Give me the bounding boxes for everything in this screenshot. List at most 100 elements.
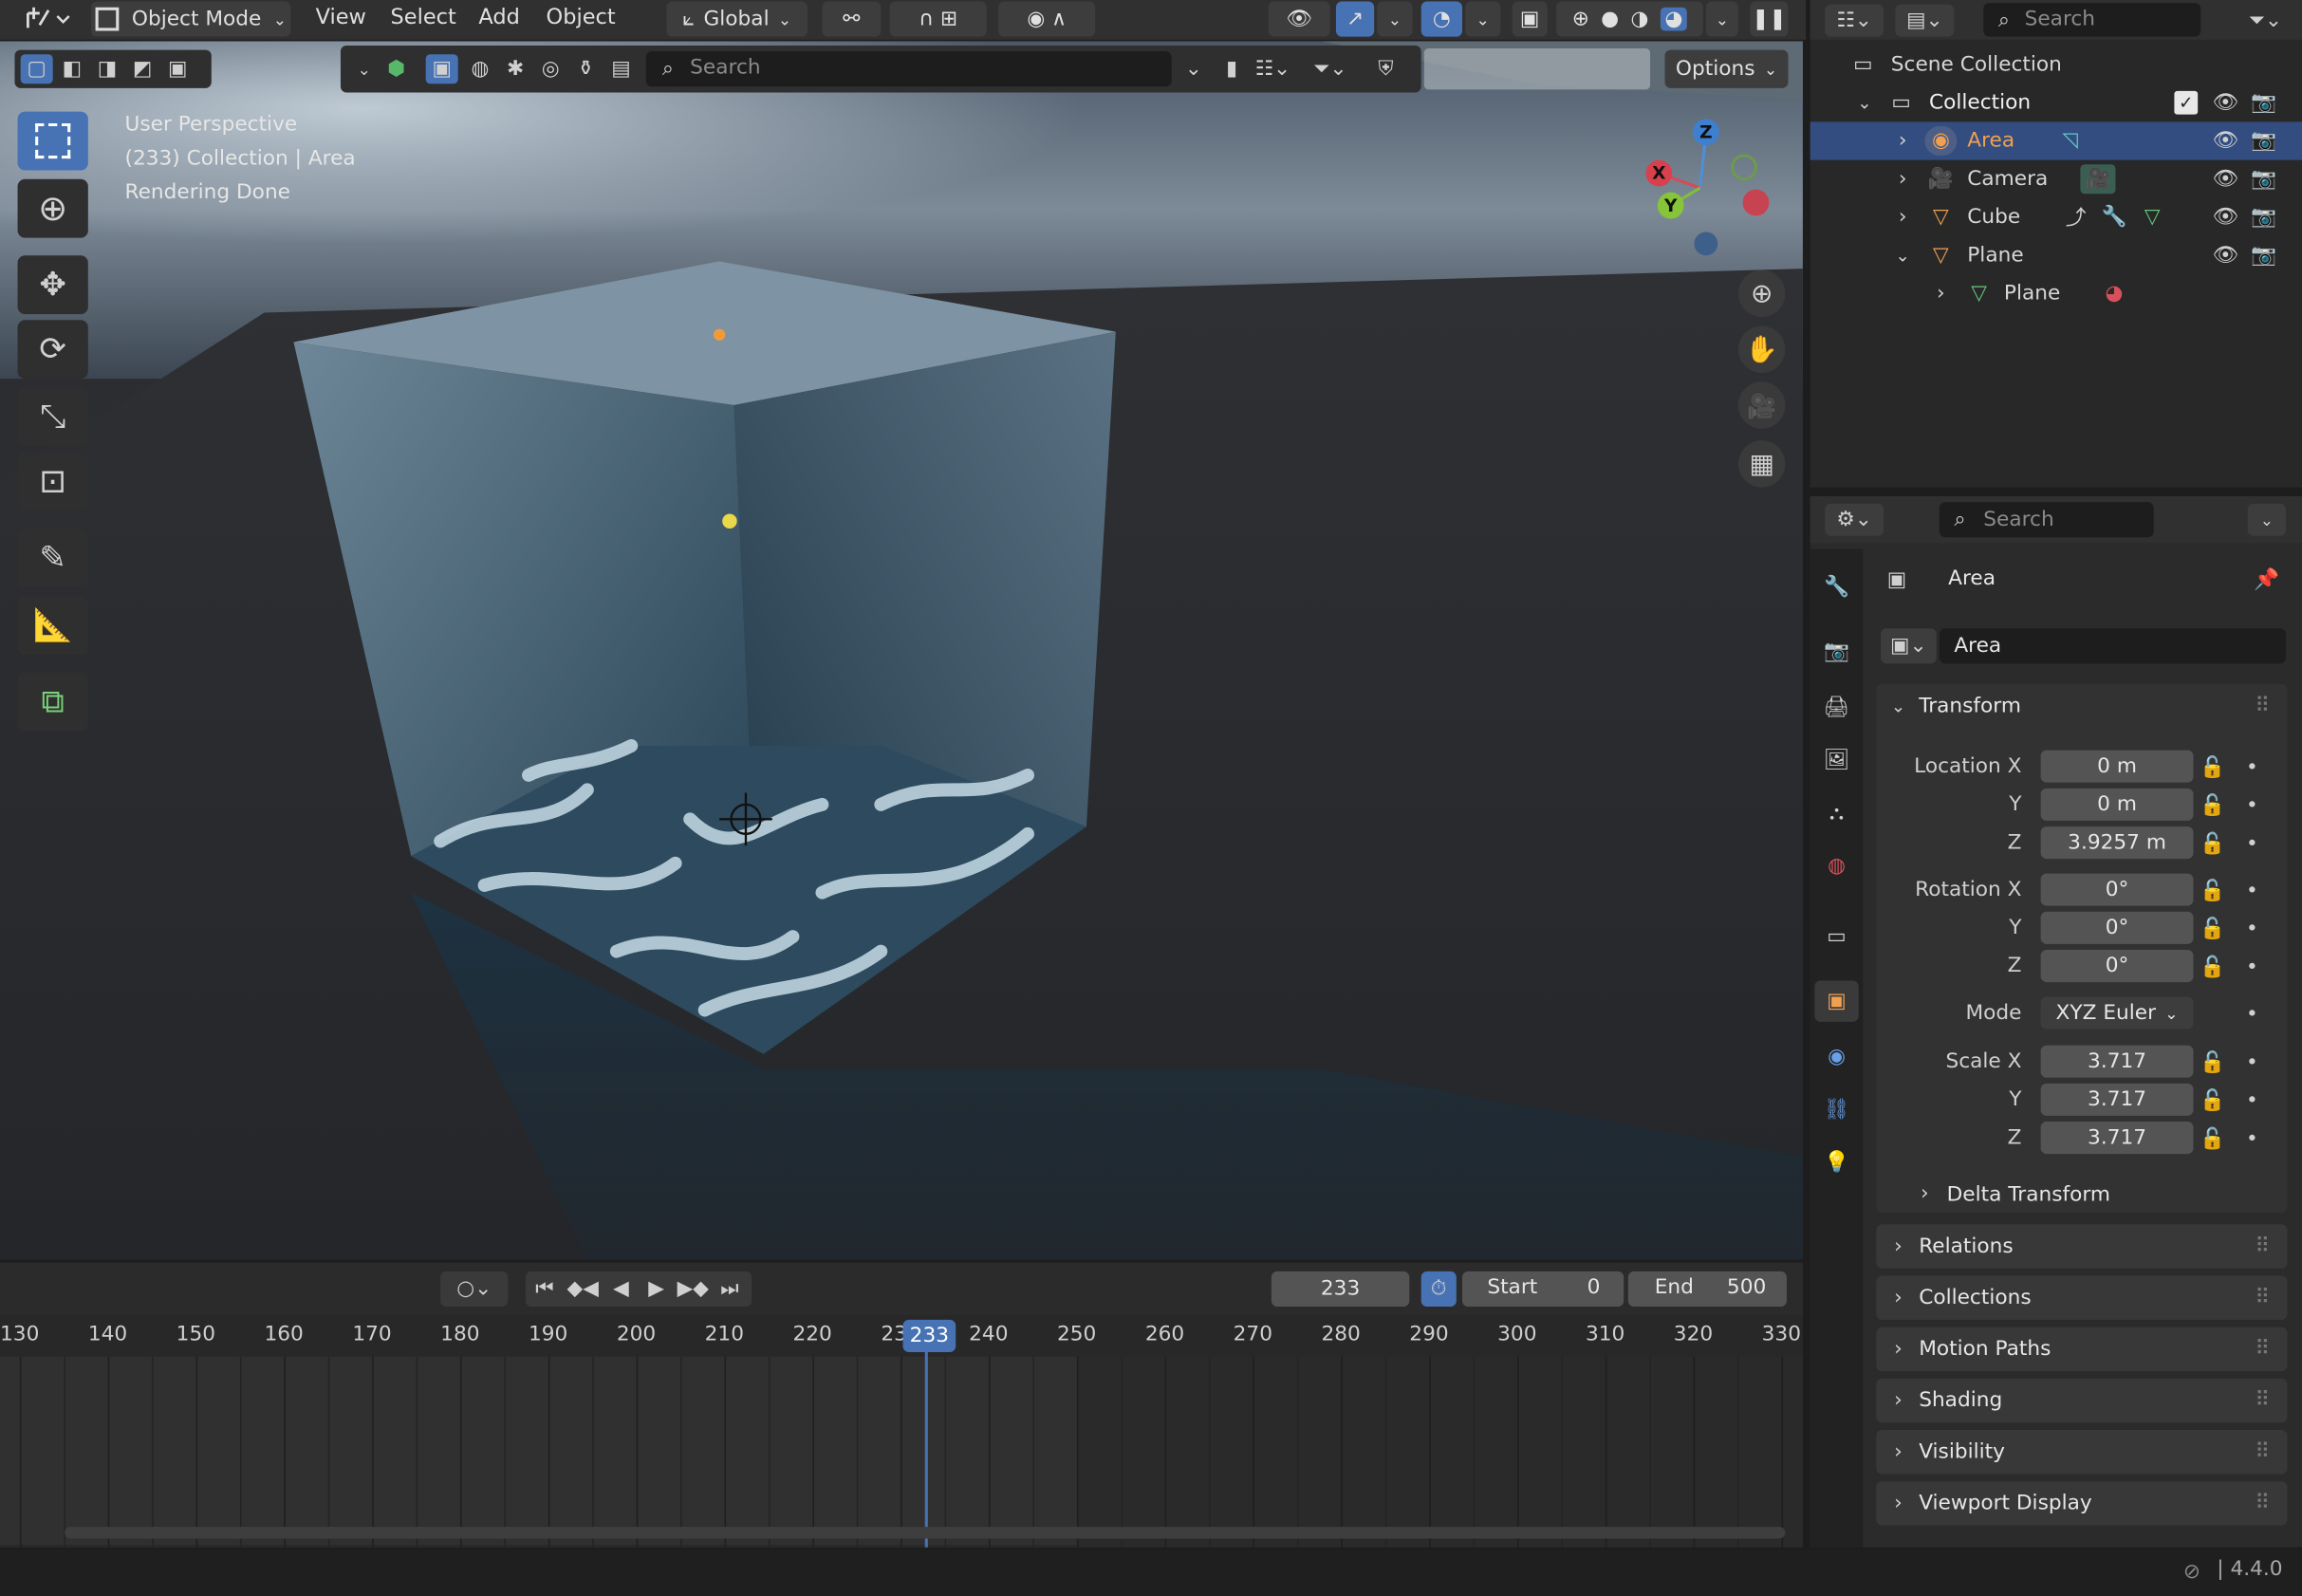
lock-icon[interactable]: 🔓 <box>2198 877 2227 906</box>
filter-material-icon[interactable]: ◍ <box>464 54 496 84</box>
menu-object[interactable]: Object <box>547 6 616 29</box>
rotation-z-field[interactable]: 0° <box>2040 950 2194 983</box>
gizmo-neg-z[interactable] <box>1694 232 1718 256</box>
keyframe-dot-icon[interactable]: • <box>2237 915 2267 944</box>
end-frame-field[interactable]: End 500 <box>1627 1271 1787 1308</box>
drag-handle-icon[interactable]: ⠿ <box>2249 1489 2275 1518</box>
camera-icon[interactable]: 📷 <box>2248 203 2280 232</box>
funnel-icon[interactable]: ⏷⌄ <box>1304 54 1357 84</box>
mode-dropdown[interactable]: Object Mode ⌄ <box>90 1 291 37</box>
world-tab-icon[interactable]: ◍ <box>1819 848 1854 883</box>
3d-viewport[interactable]: User Perspective (233) Collection | Area… <box>0 41 1803 1260</box>
drag-handle-icon[interactable]: ⠿ <box>2249 1334 2275 1364</box>
camera-icon[interactable]: 📷 <box>2248 164 2280 194</box>
tool-tab-icon[interactable]: 🔧 <box>1819 569 1854 604</box>
visibility-panel[interactable]: › Visibility ⠿ <box>1876 1429 2288 1475</box>
scale-tool[interactable]: ⤡ <box>17 387 88 447</box>
drag-handle-icon[interactable]: ⠿ <box>2249 692 2275 721</box>
shading-modes[interactable]: ⊕ ● ◑ ◕ <box>1556 1 1703 37</box>
eye-icon[interactable]: 👁 <box>2210 164 2242 194</box>
visibility-dropdown[interactable]: 👁 <box>1268 1 1330 37</box>
keyframe-dot-icon[interactable]: • <box>2237 1000 2267 1030</box>
object-type-dropdown[interactable]: ▣⌄ <box>1880 628 1937 664</box>
filter-world-icon[interactable]: ◎ <box>534 54 566 84</box>
select-new-icon[interactable]: ▢ <box>20 54 53 84</box>
collection-row[interactable]: ⌄ ▭ Collection ✓ 👁 📷 <box>1810 84 2302 121</box>
select-extend-icon[interactable]: ◧ <box>56 54 88 84</box>
measure-tool[interactable]: 📐 <box>17 596 88 656</box>
scale-x-field[interactable]: 3.717 <box>2040 1045 2194 1078</box>
lock-icon[interactable]: 🔓 <box>2198 1086 2227 1116</box>
keyframe-dot-icon[interactable]: • <box>2237 953 2267 982</box>
select-box-tool[interactable] <box>17 111 88 171</box>
shield-icon[interactable]: ⛨ <box>1368 54 1403 84</box>
keyframe-dot-icon[interactable]: • <box>2237 1086 2267 1116</box>
gizmo-toggle[interactable]: ↗ <box>1335 1 1375 37</box>
chevron-down-icon[interactable]: ⌄ <box>1892 241 1913 270</box>
play-icon[interactable]: ▶ <box>640 1274 673 1304</box>
add-cube-tool[interactable]: ⧉ <box>17 672 88 732</box>
options-dropdown[interactable]: Options ⌄ <box>1664 49 1789 88</box>
keying-dropdown[interactable]: ○⌄ <box>440 1271 509 1308</box>
scale-y-field[interactable]: 3.717 <box>2040 1083 2194 1116</box>
play-reverse-icon[interactable]: ◀ <box>604 1274 637 1304</box>
object-types-icon[interactable]: ⬢ <box>381 54 411 84</box>
start-frame-field[interactable]: Start 0 <box>1462 1271 1624 1308</box>
chevron-down-icon[interactable]: ⌄ <box>1178 54 1210 84</box>
jump-keyframe-back-icon[interactable]: ◆◀ <box>566 1274 599 1304</box>
menu-view[interactable]: View <box>316 6 366 29</box>
select-invert-icon[interactable]: ◩ <box>126 54 158 84</box>
collections-panel[interactable]: › Collections ⠿ <box>1876 1275 2288 1320</box>
location-y-field[interactable]: 0 m <box>2040 788 2194 821</box>
snap-dropdown[interactable]: ∩ ⊞ <box>889 1 987 37</box>
motion-paths-panel[interactable]: › Motion Paths ⠿ <box>1876 1327 2288 1372</box>
navigation-gizmo[interactable]: Z X Y <box>1632 115 1779 262</box>
rotation-x-field[interactable]: 0° <box>2040 873 2194 906</box>
transform-tool[interactable]: ⊡ <box>17 452 88 511</box>
collection-tab-icon[interactable]: ▭ <box>1819 919 1854 955</box>
timeline-scrollbar[interactable] <box>65 1527 1786 1539</box>
shading-panel[interactable]: › Shading ⠿ <box>1876 1378 2288 1423</box>
select-intersect-icon[interactable]: ▣ <box>161 54 194 84</box>
jump-keyframe-forward-icon[interactable]: ▶◆ <box>676 1274 711 1304</box>
location-z-field[interactable]: 3.9257 m <box>2040 826 2194 860</box>
playhead-label[interactable]: 233 <box>902 1319 956 1352</box>
sort-icon[interactable]: ☷⌄ <box>1251 54 1294 84</box>
rotation-y-field[interactable]: 0° <box>2040 911 2194 944</box>
move-tool[interactable]: ✥ <box>17 255 88 315</box>
constraints-tab-icon[interactable]: ⛓ <box>1819 1092 1854 1127</box>
chevron-down-icon[interactable]: ⌄ <box>2247 503 2286 536</box>
rotation-mode-dropdown[interactable]: XYZ Euler ⌄ <box>2040 996 2194 1030</box>
keyframe-dot-icon[interactable]: • <box>2237 829 2267 859</box>
properties-editor-type-icon[interactable]: ⚙⌄ <box>1825 503 1884 536</box>
lock-icon[interactable]: 🔓 <box>2198 1124 2227 1154</box>
annotate-tool[interactable]: ✎ <box>17 528 88 587</box>
scale-z-field[interactable]: 3.717 <box>2040 1122 2194 1155</box>
lock-icon[interactable]: 🔓 <box>2198 753 2227 783</box>
drag-handle-icon[interactable]: ⠿ <box>2249 1283 2275 1312</box>
cursor-tool[interactable]: ⊕ <box>17 178 88 238</box>
outliner-search-input[interactable]: ⌕ Search <box>1983 3 2201 37</box>
stopwatch-icon[interactable]: ⏱ <box>1420 1271 1457 1308</box>
viewport-display-panel[interactable]: › Viewport Display ⠿ <box>1876 1481 2288 1526</box>
pin-icon[interactable]: 📌 <box>2251 564 2283 596</box>
lock-icon[interactable]: 🔓 <box>2198 915 2227 944</box>
pause-render-button[interactable]: ❚❚ <box>1750 1 1789 37</box>
playhead-line[interactable] <box>924 1351 928 1548</box>
camera-icon[interactable]: 📷 <box>2248 241 2280 270</box>
pan-button[interactable]: ✋ <box>1737 325 1786 373</box>
wireframe-shading-icon[interactable]: ⊕ <box>1572 8 1589 31</box>
filter-light-icon[interactable]: ✱ <box>499 54 531 84</box>
output-tab-icon[interactable]: 🖨 <box>1819 690 1854 725</box>
chevron-down-icon[interactable]: ⌄ <box>349 54 379 84</box>
outliner-item-area[interactable]: › ◉ Area ◹ 👁 📷 <box>1810 121 2302 160</box>
eye-icon[interactable]: 👁 <box>2210 88 2242 118</box>
chevron-down-icon[interactable]: ⌄ <box>1854 88 1875 118</box>
eye-icon[interactable]: 👁 <box>2210 126 2242 156</box>
viewport-search-input[interactable]: ⌕ Search <box>645 51 1172 87</box>
render-tab-icon[interactable]: 📷 <box>1819 634 1854 669</box>
chevron-right-icon[interactable]: › <box>1892 203 1913 232</box>
lock-icon[interactable]: 🔓 <box>2198 791 2227 821</box>
keyframe-dot-icon[interactable]: • <box>2237 1124 2267 1154</box>
relations-panel[interactable]: › Relations ⠿ <box>1876 1224 2288 1269</box>
